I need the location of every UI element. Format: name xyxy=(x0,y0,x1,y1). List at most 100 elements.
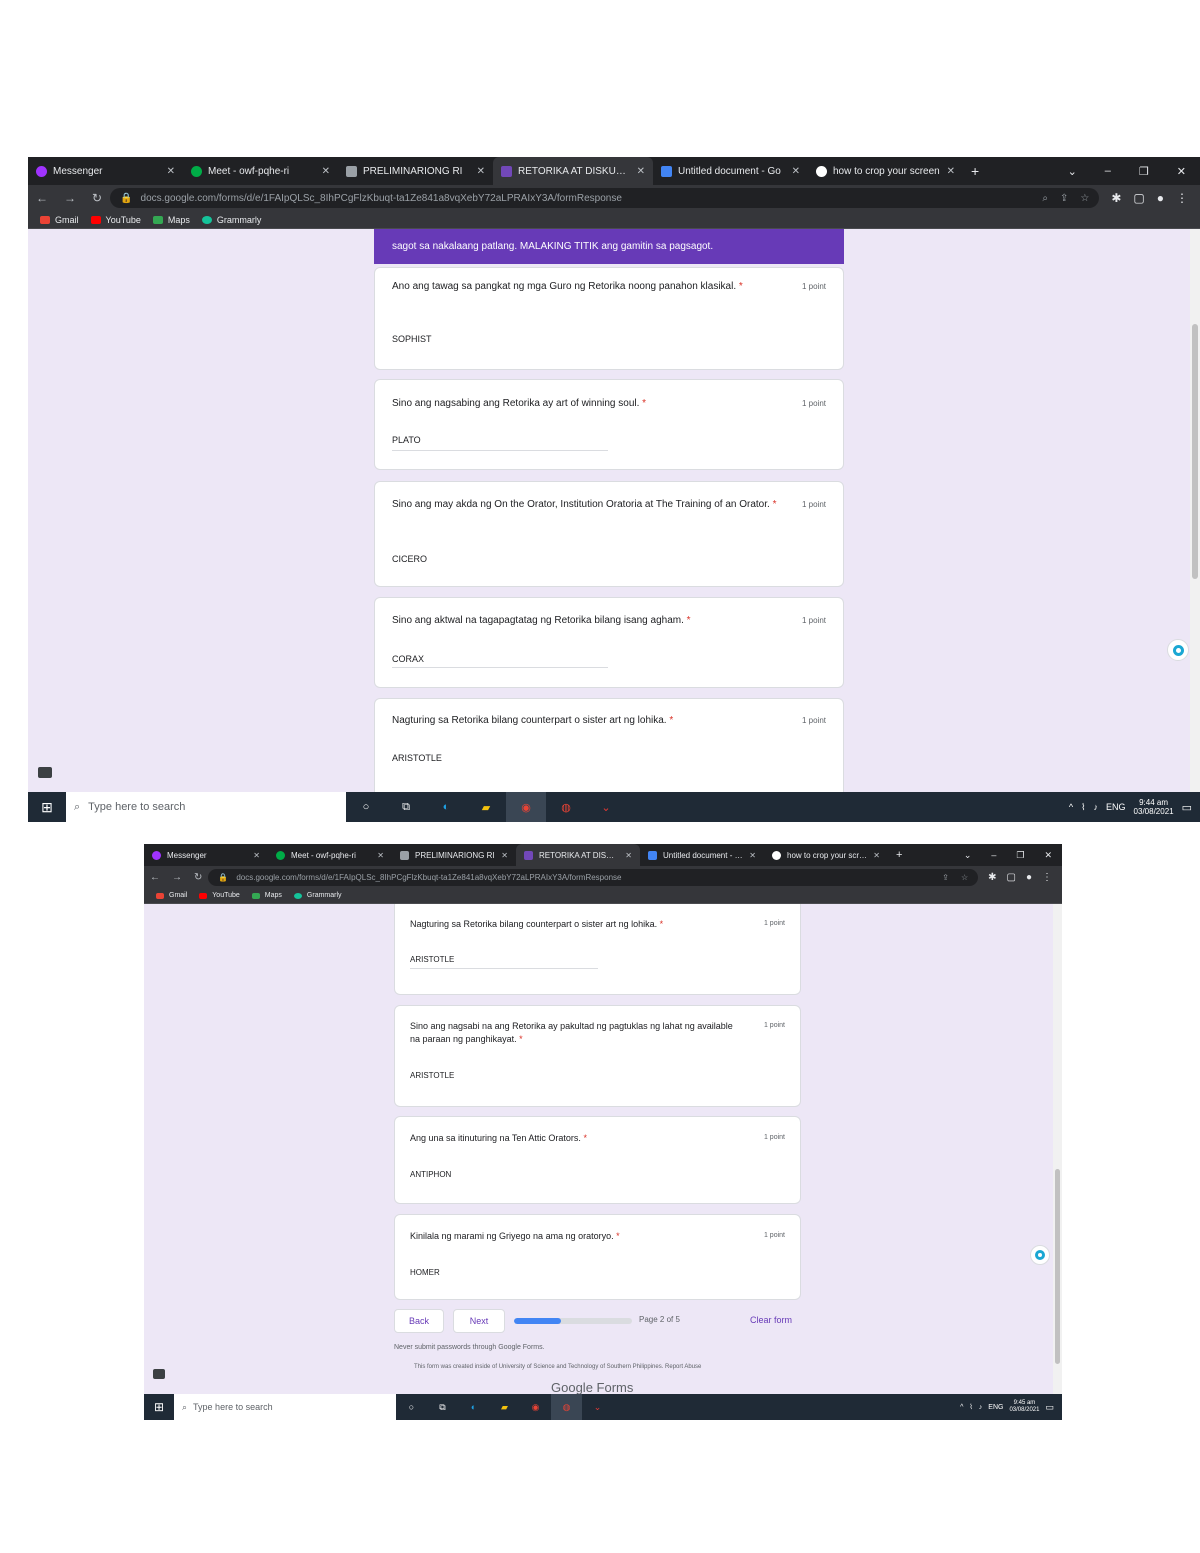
close-icon[interactable]: ✕ xyxy=(501,851,508,860)
answer-input[interactable]: ANTIPHON xyxy=(410,1170,451,1179)
close-icon[interactable]: ✕ xyxy=(749,851,756,860)
close-icon[interactable]: ✕ xyxy=(792,166,800,177)
close-icon[interactable]: ✕ xyxy=(477,166,485,177)
back-arrow-icon[interactable]: ← xyxy=(28,191,56,205)
close-icon[interactable]: ✕ xyxy=(873,851,880,860)
scrollbar[interactable] xyxy=(1053,904,1062,1394)
back-button[interactable]: Back xyxy=(394,1309,444,1333)
clock[interactable]: 9:44 am 03/08/2021 xyxy=(1134,798,1174,816)
minimize-button[interactable]: – xyxy=(981,850,1006,861)
menu-icon[interactable]: ⋮ xyxy=(1042,872,1052,883)
chevron-up-icon[interactable]: ^ xyxy=(960,1404,963,1411)
task-view-icon[interactable]: ⧉ xyxy=(427,1394,458,1420)
bookmark-youtube[interactable]: YouTube xyxy=(90,215,141,225)
share-icon[interactable]: ⇪ xyxy=(942,873,949,882)
clock[interactable]: 9:45 am 03/08/2021 xyxy=(1009,1400,1039,1414)
close-icon[interactable]: ✕ xyxy=(637,166,645,177)
wifi-icon[interactable]: ⌇ xyxy=(1081,802,1085,813)
new-tab-button[interactable]: + xyxy=(963,163,987,179)
language-indicator[interactable]: ENG xyxy=(988,1404,1003,1411)
file-explorer-icon[interactable]: ▰ xyxy=(466,792,506,822)
answer-input[interactable]: HOMER xyxy=(410,1268,440,1277)
app-icon[interactable]: ◍ xyxy=(551,1394,582,1420)
scrollbar-thumb[interactable] xyxy=(1055,1169,1060,1364)
cortana-icon[interactable]: ○ xyxy=(346,792,386,822)
forward-arrow-icon[interactable]: → xyxy=(166,872,188,883)
tab-retorika[interactable]: RETORIKA AT DISKURSO ✕ xyxy=(493,157,653,185)
scrollbar-thumb[interactable] xyxy=(1192,324,1198,579)
close-icon[interactable]: ✕ xyxy=(625,851,632,860)
tab-prelim[interactable]: PRELIMINARIONG RI ✕ xyxy=(392,844,516,866)
restore-button[interactable]: ❐ xyxy=(1006,850,1034,861)
cortana-icon[interactable]: ○ xyxy=(396,1394,427,1420)
edge-icon[interactable]: ◐ xyxy=(458,1394,489,1420)
reload-icon[interactable]: ↻ xyxy=(188,872,208,883)
zoom-icon[interactable]: ⌕ xyxy=(1042,193,1048,204)
tab-search-icon[interactable]: ⌄ xyxy=(954,850,982,861)
answer-input[interactable]: CICERO xyxy=(392,554,427,564)
back-arrow-icon[interactable]: ← xyxy=(144,872,166,883)
chrome-icon[interactable]: ◉ xyxy=(506,792,546,822)
side-panel-icon[interactable]: ▢ xyxy=(1133,191,1144,205)
bookmark-maps[interactable]: Maps xyxy=(152,215,190,225)
file-explorer-icon[interactable]: ▰ xyxy=(489,1394,520,1420)
close-icon[interactable]: ✕ xyxy=(377,851,384,860)
grammarly-button[interactable] xyxy=(1167,639,1189,661)
close-icon[interactable]: ✕ xyxy=(167,166,175,177)
forward-arrow-icon[interactable]: → xyxy=(56,191,84,205)
url-field[interactable]: 🔒 docs.google.com/forms/d/e/1FAIpQLSc_8I… xyxy=(110,188,1100,208)
avatar[interactable]: ● xyxy=(1026,872,1032,883)
tab-crop-screen[interactable]: how to crop your screen ✕ xyxy=(764,844,888,866)
tab-untitled-doc[interactable]: Untitled document - Go ✕ xyxy=(640,844,764,866)
language-indicator[interactable]: ENG xyxy=(1106,802,1126,812)
side-panel-icon[interactable]: ▢ xyxy=(1007,872,1016,883)
bookmark-youtube[interactable]: YouTube xyxy=(199,892,240,899)
chrome-icon[interactable]: ◉ xyxy=(520,1394,551,1420)
windows-start-icon[interactable]: ⊞ xyxy=(144,1394,174,1420)
clear-form-button[interactable]: Clear form xyxy=(750,1315,792,1325)
bookmark-gmail[interactable]: Gmail xyxy=(40,215,79,225)
answer-input[interactable]: SOPHIST xyxy=(392,334,432,344)
url-field[interactable]: 🔒 docs.google.com/forms/d/e/1FAIpQLSc_8I… xyxy=(208,868,979,886)
minimize-button[interactable]: – xyxy=(1091,165,1125,178)
bookmark-grammarly[interactable]: Grammarly xyxy=(201,215,261,225)
tab-search-icon[interactable]: ⌄ xyxy=(1054,165,1091,178)
tab-messenger[interactable]: Messenger ✕ xyxy=(28,157,183,185)
restore-button[interactable]: ❐ xyxy=(1125,165,1163,178)
taskbar-search[interactable]: ⌕ Type here to search xyxy=(66,792,346,822)
taskbar-search[interactable]: ⌕ Type here to search xyxy=(174,1394,396,1420)
pocket-icon[interactable]: ⌄ xyxy=(582,1394,613,1420)
bookmark-gmail[interactable]: Gmail xyxy=(156,892,187,899)
windows-start-icon[interactable]: ⊞ xyxy=(28,792,66,822)
next-button[interactable]: Next xyxy=(453,1309,505,1333)
answer-input[interactable]: PLATO xyxy=(392,435,421,445)
answer-input[interactable]: CORAX xyxy=(392,654,424,664)
bookmark-maps[interactable]: Maps xyxy=(251,892,282,899)
puzzle-icon[interactable]: ✱ xyxy=(1111,191,1121,205)
edge-icon[interactable]: ◐ xyxy=(426,792,466,822)
scrollbar[interactable] xyxy=(1190,229,1200,792)
answer-input[interactable]: ARISTOTLE xyxy=(410,955,454,964)
chevron-up-icon[interactable]: ^ xyxy=(1069,802,1073,812)
close-icon[interactable]: ✕ xyxy=(253,851,260,860)
tab-prelim[interactable]: PRELIMINARIONG RI ✕ xyxy=(338,157,493,185)
tab-meet[interactable]: Meet - owf-pqhe-ri ✕ xyxy=(268,844,392,866)
answer-input[interactable]: ARISTOTLE xyxy=(392,753,442,763)
tab-meet[interactable]: Meet - owf-pqhe-ri ✕ xyxy=(183,157,338,185)
puzzle-icon[interactable]: ✱ xyxy=(988,872,996,883)
reload-icon[interactable]: ↻ xyxy=(84,191,110,205)
volume-icon[interactable]: ♪ xyxy=(979,1404,983,1411)
menu-icon[interactable]: ⋮ xyxy=(1176,191,1188,205)
tab-untitled-doc[interactable]: Untitled document - Go ✕ xyxy=(653,157,808,185)
pocket-icon[interactable]: ⌄ xyxy=(586,792,626,822)
answer-input[interactable]: ARISTOTLE xyxy=(410,1071,454,1080)
wifi-icon[interactable]: ⌇ xyxy=(969,1403,972,1411)
tab-messenger[interactable]: Messenger ✕ xyxy=(144,844,268,866)
feedback-icon[interactable] xyxy=(38,767,52,778)
notification-icon[interactable]: ▭ xyxy=(1182,801,1192,814)
app-icon[interactable]: ◍ xyxy=(546,792,586,822)
close-window-button[interactable]: ✕ xyxy=(1034,850,1062,861)
close-icon[interactable]: ✕ xyxy=(322,166,330,177)
close-icon[interactable]: ✕ xyxy=(947,166,955,177)
tab-crop-screen[interactable]: how to crop your screen ✕ xyxy=(808,157,963,185)
